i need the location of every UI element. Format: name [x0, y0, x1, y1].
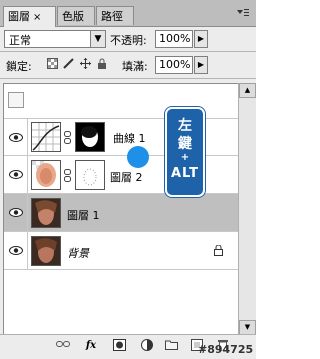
add-mask-icon[interactable] [112, 339, 126, 353]
layer-mask-thumbnail[interactable] [75, 160, 105, 190]
layer-row-background[interactable]: 背景 [4, 232, 238, 270]
eye-icon[interactable] [4, 119, 28, 155]
opacity-input[interactable]: 100% [155, 30, 193, 48]
callout-line-3: + [180, 152, 190, 163]
fill-input[interactable]: 100% [155, 56, 193, 74]
opacity-arrow-icon[interactable]: ▶ [194, 30, 208, 48]
lock-pixels-icon[interactable] [63, 58, 74, 72]
layer-name: 背景 [67, 247, 89, 260]
opacity-label: 不透明: [110, 34, 147, 47]
cursor-marker [127, 146, 149, 168]
lock-transparency-icon[interactable] [47, 58, 58, 72]
divider [0, 78, 256, 79]
fill-label: 填滿: [122, 60, 148, 73]
tab-bar: 圖層 × 色版 路徑 [0, 0, 256, 27]
fill-arrow-icon[interactable]: ▶ [194, 56, 208, 74]
link-icon[interactable] [64, 169, 71, 185]
lock-all-icon[interactable] [97, 58, 107, 72]
scroll-up-icon[interactable]: ▲ [239, 83, 256, 98]
watermark: #894725 [198, 343, 254, 356]
tab-layers-label: 圖層 [8, 10, 30, 23]
layer-checkbox[interactable] [8, 92, 24, 108]
divider [0, 51, 256, 52]
layer-name: 圖層 2 [110, 171, 143, 184]
tab-channels-label: 色版 [62, 10, 84, 23]
layer-mask-thumbnail[interactable] [75, 122, 105, 152]
tab-channels[interactable]: 色版 [57, 6, 95, 25]
blend-mode-value: 正常 [9, 34, 31, 47]
layers-panel: 圖層 × 色版 路徑 正常 ▼ 不透明: 100% ▶ 鎖定: 填滿: 100% … [0, 0, 256, 359]
layer-thumbnail[interactable] [31, 160, 61, 190]
eye-icon[interactable] [4, 156, 28, 193]
link-layers-icon[interactable] [56, 339, 70, 353]
callout-box: 左 鍵 + ALT [165, 107, 205, 197]
tab-paths[interactable]: 路徑 [96, 6, 134, 25]
blend-mode-select[interactable]: 正常 ▼ [4, 30, 106, 48]
layer-thumbnail[interactable] [31, 236, 61, 266]
eye-icon[interactable] [4, 194, 28, 231]
lock-label: 鎖定: [6, 60, 32, 73]
folder-icon[interactable] [164, 339, 178, 353]
callout-line-2: 鍵 [178, 136, 192, 152]
close-icon[interactable]: × [33, 12, 41, 23]
panel-menu-icon[interactable] [236, 8, 250, 20]
chevron-down-icon[interactable]: ▼ [90, 31, 105, 47]
callout-line-1: 左 [178, 118, 192, 134]
tab-layers[interactable]: 圖層 × [3, 6, 56, 27]
link-icon[interactable] [64, 131, 71, 147]
callout-line-4: ALT [170, 166, 200, 181]
eye-icon[interactable] [4, 232, 28, 269]
scrollbar[interactable]: ▲ ▼ [238, 83, 256, 335]
lock-icon [214, 244, 223, 259]
lock-position-icon[interactable] [80, 58, 91, 72]
layer-name: 曲線 1 [113, 132, 146, 145]
scroll-down-icon[interactable]: ▼ [239, 320, 256, 335]
layer-style-icon[interactable]: fx [84, 339, 98, 353]
tab-paths-label: 路徑 [101, 10, 123, 23]
layer-name: 圖層 1 [67, 209, 100, 222]
layer-row-layer1[interactable]: 圖層 1 [4, 194, 238, 232]
curves-adjustment-icon [31, 122, 61, 152]
adjustment-layer-icon[interactable] [140, 339, 154, 353]
layer-thumbnail[interactable] [31, 198, 61, 228]
